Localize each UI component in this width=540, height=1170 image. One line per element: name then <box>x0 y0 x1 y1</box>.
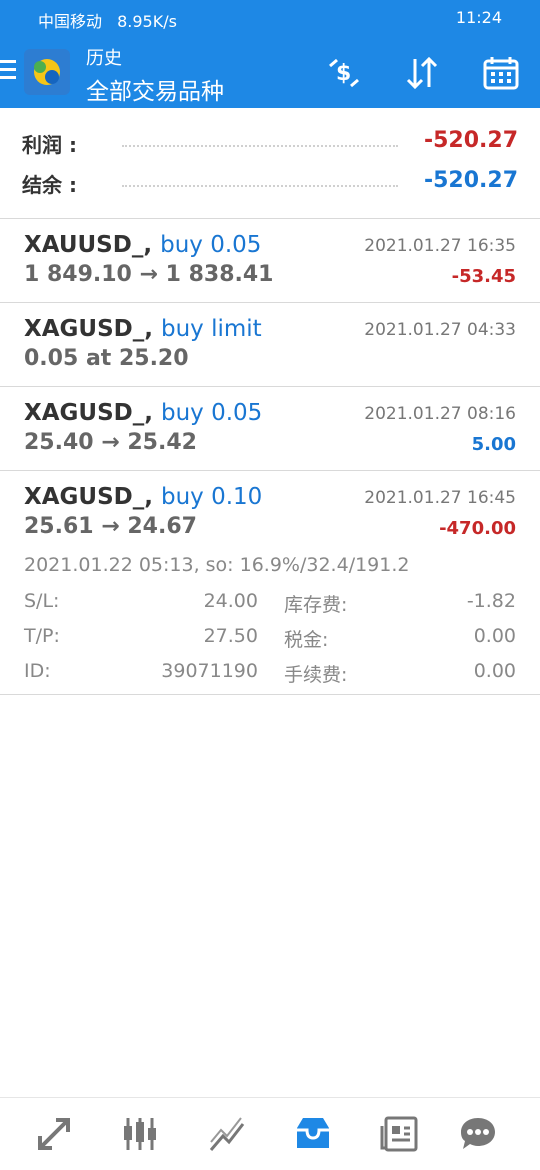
status-bar: 中国移动 8.95K/s 11:24 <box>0 0 540 36</box>
trade-action: buy 0.05 <box>161 400 263 426</box>
trade-row[interactable]: XAUUSD_, buy 0.05 1 849.10 → 1 838.41 20… <box>0 218 540 303</box>
trade-prices: 1 849.10 → 1 838.41 <box>24 262 274 287</box>
trade-row[interactable]: XAGUSD_, buy 0.05 25.40 → 25.42 2021.01.… <box>0 386 540 471</box>
profit-value: -520.27 <box>423 128 518 153</box>
trade-prices: 0.05 at 25.20 <box>24 346 189 371</box>
balance-label: 结余 : <box>22 173 77 197</box>
tp-label: T/P: <box>24 625 60 647</box>
trade-symbol: XAGUSD_, <box>24 484 153 510</box>
menu-icon[interactable] <box>0 60 16 84</box>
trade-symbol: XAGUSD_, <box>24 400 153 426</box>
page-title-small: 历史 <box>86 48 122 69</box>
trade-profit: -53.45 <box>451 266 516 287</box>
trade-time: 2021.01.27 08:16 <box>364 404 516 424</box>
id-label: ID: <box>24 660 51 682</box>
app-bar: 历史 全部交易品种 $ <box>0 36 540 108</box>
dot-leader <box>122 145 398 147</box>
chart-line-icon[interactable] <box>207 1114 247 1154</box>
trade-action: buy 0.10 <box>161 484 263 510</box>
dot-leader <box>122 185 398 187</box>
balance-value: -520.27 <box>423 168 518 193</box>
profit-row: 利润 : -520.27 <box>22 125 518 161</box>
swap-value: -1.82 <box>466 590 516 612</box>
network-speed: 8.95K/s <box>117 12 177 31</box>
trade-row[interactable]: XAGUSD_, buy limit 0.05 at 25.20 2021.01… <box>0 302 540 387</box>
fee-value: 0.00 <box>473 660 516 682</box>
trade-profit: 5.00 <box>471 434 516 455</box>
balance-row: 结余 : -520.27 <box>22 165 518 201</box>
id-value: 39071190 <box>161 660 258 682</box>
trade-prices: 25.61 → 24.67 <box>24 514 197 539</box>
sl-label: S/L: <box>24 590 60 612</box>
news-icon[interactable] <box>380 1114 420 1154</box>
carrier: 中国移动 <box>38 12 103 31</box>
trade-action: buy limit <box>161 316 262 342</box>
trade-row-expanded[interactable]: XAGUSD_, buy 0.10 25.61 → 24.67 2021.01.… <box>0 470 540 695</box>
candlestick-icon[interactable] <box>120 1114 160 1154</box>
tax-value: 0.00 <box>473 625 516 647</box>
sort-icon[interactable] <box>403 54 441 92</box>
trade-symbol: XAUUSD_, <box>24 232 153 258</box>
trade-time: 2021.01.27 16:35 <box>364 236 516 256</box>
currency-exchange-icon[interactable]: $ <box>325 54 363 92</box>
summary-panel: 利润 : -520.27 结余 : -520.27 <box>0 108 540 219</box>
sl-value: 24.00 <box>203 590 258 612</box>
bottom-navigation <box>0 1097 540 1170</box>
clock: 11:24 <box>455 8 502 27</box>
app-logo <box>24 49 70 95</box>
fee-label: 手续费: <box>284 664 348 686</box>
swap-label: 库存费: <box>284 594 348 616</box>
trade-symbol: XAGUSD_, <box>24 316 153 342</box>
profit-label: 利润 : <box>22 133 77 157</box>
calendar-icon[interactable] <box>482 54 520 92</box>
trade-time: 2021.01.27 16:45 <box>364 488 516 508</box>
svg-text:$: $ <box>336 61 351 86</box>
chat-icon[interactable] <box>458 1114 498 1154</box>
page-title[interactable]: 全部交易品种 <box>86 72 224 106</box>
tp-value: 27.50 <box>203 625 258 647</box>
trade-open-detail: 2021.01.22 05:13, so: 16.9%/32.4/191.2 <box>24 554 410 576</box>
trade-time: 2021.01.27 04:33 <box>364 320 516 340</box>
history-inbox-icon[interactable] <box>293 1114 333 1154</box>
tax-label: 税金: <box>284 629 329 651</box>
trade-prices: 25.40 → 25.42 <box>24 430 197 455</box>
trade-action: buy 0.05 <box>160 232 262 258</box>
trade-arrows-icon[interactable] <box>34 1114 74 1154</box>
trade-profit: -470.00 <box>439 518 516 539</box>
